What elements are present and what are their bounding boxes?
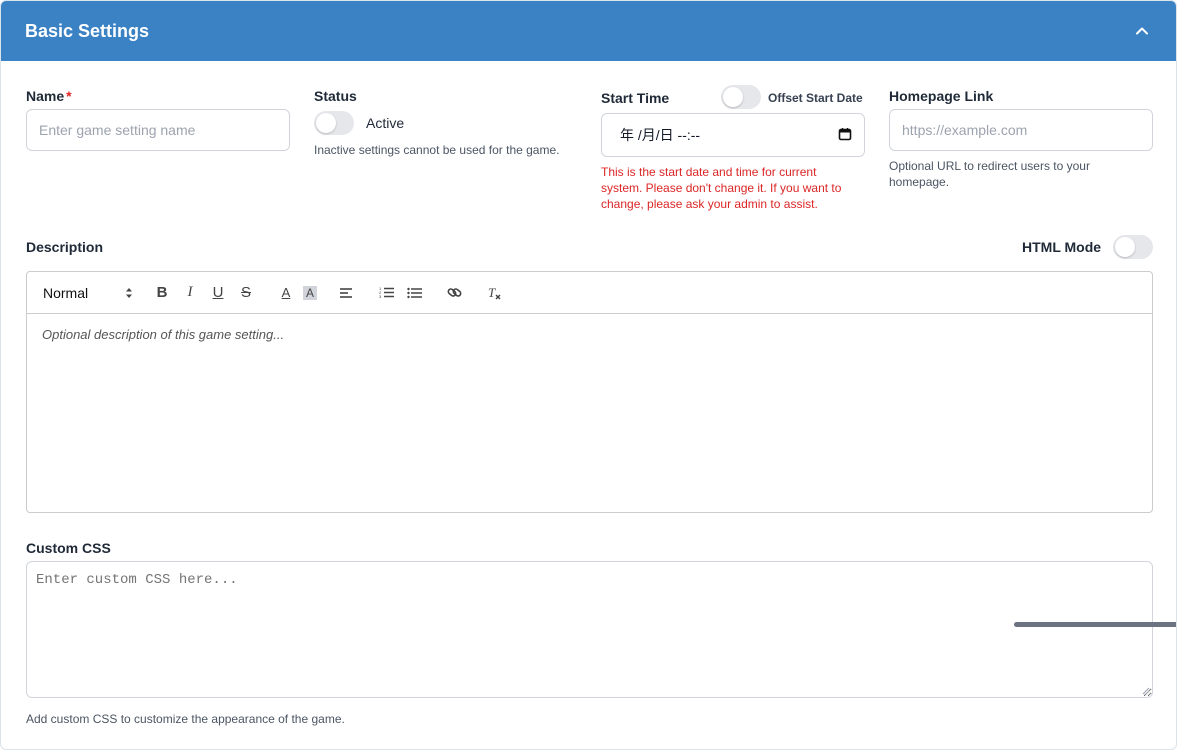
editor-toolbar: Normal B I U S A A 123 T	[26, 271, 1153, 314]
calendar-icon[interactable]	[838, 127, 852, 144]
homepage-link-label: Homepage Link	[889, 88, 994, 104]
custom-css-help: Add custom CSS to customize the appearan…	[26, 712, 345, 726]
description-label: Description	[26, 239, 104, 255]
description-editor[interactable]: Optional description of this game settin…	[26, 314, 1153, 513]
warning-line: change, please ask your admin to assist.	[601, 197, 818, 211]
toggle-knob	[723, 87, 743, 107]
status-toggle[interactable]	[314, 111, 354, 135]
chevron-up-icon[interactable]	[1130, 19, 1154, 43]
toggle-knob	[316, 113, 336, 133]
homepage-help: Optional URL to redirect users to your h…	[889, 158, 1090, 190]
help-line: Optional URL to redirect users to your	[889, 159, 1090, 173]
svg-text:T: T	[488, 286, 496, 300]
status-label: Status	[314, 88, 357, 104]
html-mode-label: HTML Mode	[1022, 239, 1102, 255]
offset-start-date-label: Offset Start Date	[768, 91, 863, 105]
html-mode-toggle[interactable]	[1113, 235, 1153, 259]
card-header[interactable]: Basic Settings	[1, 1, 1176, 61]
start-time-label: Start Time	[601, 90, 670, 106]
help-line: homepage.	[889, 175, 950, 189]
toggle-knob	[1115, 237, 1135, 257]
status-help: Inactive settings cannot be used for the…	[314, 143, 560, 157]
format-select[interactable]: Normal	[43, 281, 143, 305]
clear-format-icon[interactable]: T	[483, 281, 505, 305]
basic-settings-card: Basic Settings Name* Status Active Inact…	[0, 0, 1177, 750]
strike-button[interactable]: S	[235, 281, 257, 305]
bold-button[interactable]: B	[151, 281, 173, 305]
text-color-button[interactable]: A	[275, 281, 297, 305]
warning-line: This is the start date and time for curr…	[601, 165, 817, 179]
name-label: Name *	[26, 88, 72, 104]
offset-start-date-toggle[interactable]	[721, 85, 761, 109]
ordered-list-icon[interactable]: 123	[375, 281, 397, 305]
select-arrows-icon	[126, 287, 132, 298]
custom-css-label: Custom CSS	[26, 540, 111, 556]
description-placeholder: Optional description of this game settin…	[42, 327, 285, 342]
warning-line: system. Please don't change it. If you w…	[601, 181, 842, 195]
required-mark: *	[66, 88, 72, 104]
start-time-input[interactable]: 年 /月/日 --:--	[601, 113, 865, 157]
start-time-value: 年 /月/日 --:--	[620, 127, 701, 143]
underline-button[interactable]: U	[207, 281, 229, 305]
svg-text:3: 3	[379, 294, 382, 299]
custom-css-textarea[interactable]	[26, 561, 1153, 698]
start-time-warning: This is the start date and time for curr…	[601, 164, 841, 212]
homepage-link-input[interactable]	[889, 109, 1153, 151]
align-icon[interactable]	[335, 281, 357, 305]
horizontal-scrollbar[interactable]	[1014, 622, 1176, 627]
name-input[interactable]	[26, 109, 290, 151]
bullet-list-icon[interactable]	[403, 281, 425, 305]
card-title: Basic Settings	[25, 20, 150, 41]
format-select-value: Normal	[43, 284, 89, 301]
status-toggle-label: Active	[366, 115, 405, 131]
italic-button[interactable]: I	[179, 281, 201, 305]
background-color-button[interactable]: A	[303, 285, 317, 300]
resize-grip-icon[interactable]	[1142, 687, 1150, 695]
link-icon[interactable]	[443, 281, 465, 305]
name-label-text: Name	[26, 88, 65, 104]
